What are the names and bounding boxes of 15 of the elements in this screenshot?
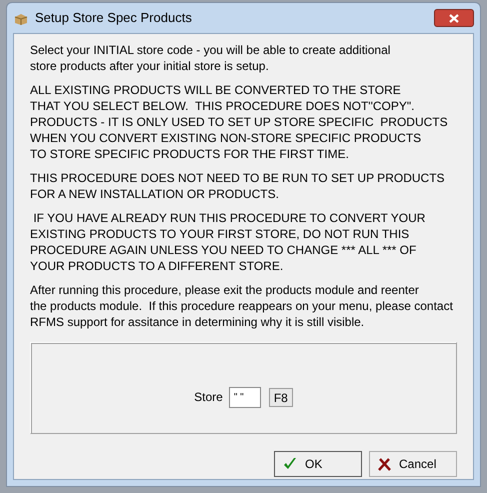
cancel-button[interactable]: Cancel	[369, 451, 457, 477]
cross-icon	[378, 458, 391, 470]
store-field[interactable]: " "	[228, 386, 261, 408]
close-icon	[449, 14, 459, 22]
lookup-button[interactable]: F8	[268, 388, 293, 406]
ok-button[interactable]: OK	[274, 451, 362, 477]
checkmark-icon	[283, 457, 297, 471]
close-button[interactable]	[434, 9, 474, 27]
instruction-paragraph: IF YOU HAVE ALREADY RUN THIS PROCEDURE TO CONVERT YOUR EXISTING PRODUCTS TO YOUR FIRST STORE, DO NOT RUN THIS PROCEDURE AGAIN UNLESS YOU NEED TO CHANGE *** ALL *** OF YOUR PRODUCTS TO A DIFFERENT STORE.	[30, 210, 426, 274]
window-title: Setup Store Spec Products	[35, 9, 193, 28]
instruction-paragraph: After running this procedure, please exit the products module and reenter the products module. If this procedure reappears on your menu, please contact RFMS support for assitance in determining why it is still visible.	[30, 282, 454, 330]
store-label: Store	[194, 389, 223, 406]
instruction-paragraph: THIS PROCEDURE DOES NOT NEED TO BE RUN TO SET UP PRODUCTS FOR A NEW INSTALLATION OR PRODUCTS.	[30, 170, 446, 202]
instruction-paragraph: ALL EXISTING PRODUCTS WILL BE CONVERTED TO THE STORE THAT YOU SELECT BELOW. THIS PROCEDURE DOES NOT''COPY". PRODUCTS - IT IS ONLY USED TO SET UP STORE SPECIFIC PRODUCTS WHEN YOU CONVERT EXISTING NON-STORE SPECIFIC PRODUCTS TO STORE SPECIFIC PRODUCTS FOR THE FIRST TIME.	[30, 82, 449, 162]
instruction-paragraph: Select your INITIAL store code - you will be able to create additional store products after your initial store is setup.	[30, 42, 392, 74]
